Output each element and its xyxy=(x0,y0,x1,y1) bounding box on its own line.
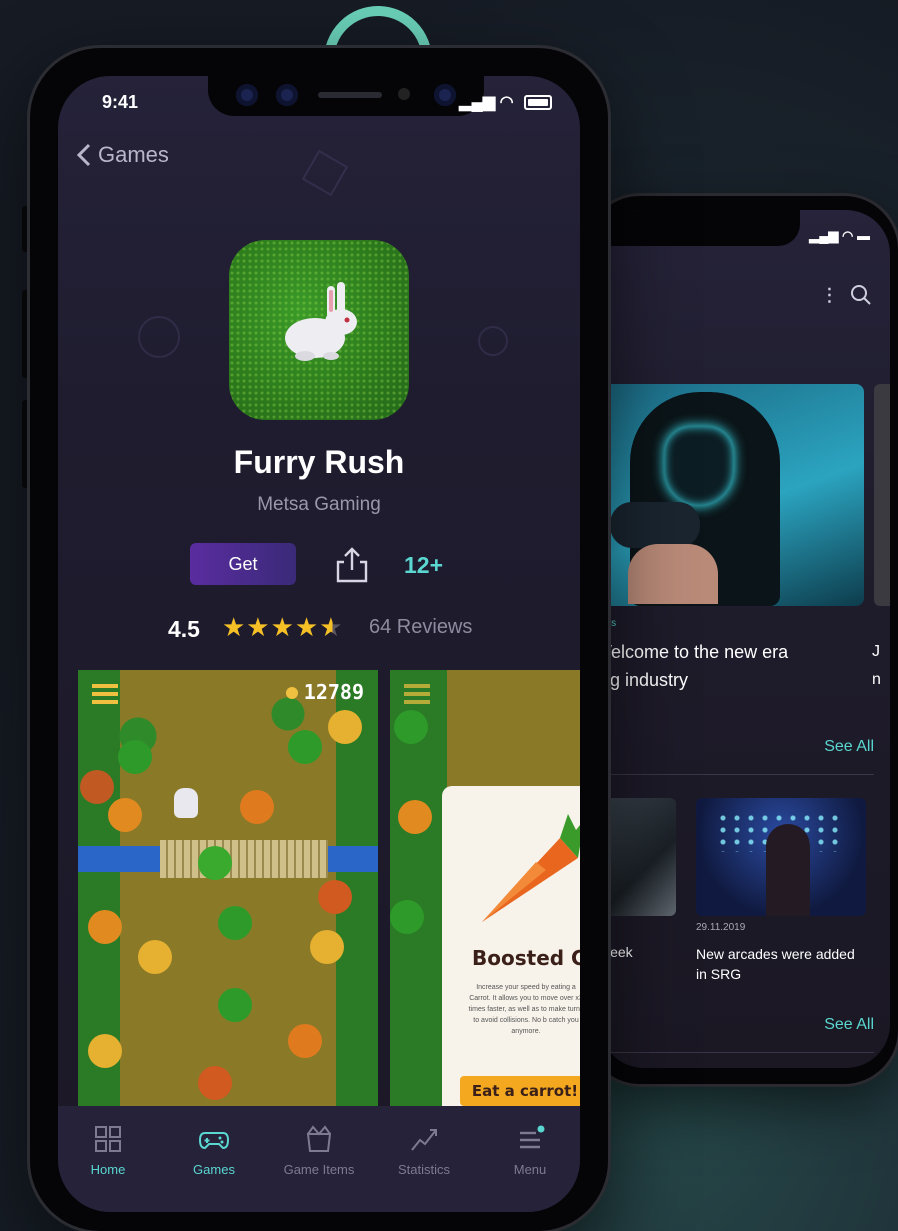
chevron-left-icon xyxy=(76,143,91,167)
decor-circle xyxy=(138,316,180,358)
status-icons: ▂▄▆ ◠ xyxy=(459,92,552,112)
get-button[interactable]: Get xyxy=(190,543,296,585)
divider xyxy=(600,1052,874,1053)
eat-carrot-button[interactable]: Eat a carrot! xyxy=(460,1076,580,1106)
see-all-link[interactable]: See All xyxy=(824,738,874,756)
reviews-count[interactable]: 64 Reviews xyxy=(369,616,472,639)
tab-games[interactable]: Games xyxy=(164,1124,264,1177)
gamepad-icon xyxy=(199,1132,229,1150)
featured-article-image[interactable] xyxy=(600,384,864,606)
box-icon xyxy=(306,1125,332,1152)
grid-icon xyxy=(95,1126,121,1152)
notch xyxy=(600,210,800,246)
see-all-link[interactable]: See All xyxy=(824,1016,874,1034)
status-time: 9:41 xyxy=(102,92,139,112)
star-rating: ★★★★★ xyxy=(222,612,344,643)
developer-name[interactable]: Metsa Gaming xyxy=(58,494,580,516)
article-title[interactable]: New arcades were added in SRG xyxy=(696,944,856,984)
search-icon[interactable] xyxy=(850,284,872,312)
wifi-icon: ◠ xyxy=(499,94,514,111)
game-screenshot[interactable]: Boosted Carro Increase your speed by eat… xyxy=(390,670,580,1110)
tab-bar: Home Games Game Items Statistics Menu xyxy=(58,1106,580,1212)
back-button[interactable]: Games xyxy=(76,142,169,168)
popup-title: Boosted Carro xyxy=(472,946,580,970)
battery-icon xyxy=(524,95,552,111)
menu-icon xyxy=(520,1125,545,1149)
coin-icon xyxy=(285,687,298,699)
signal-icon: ▂▄▆ xyxy=(459,94,496,111)
back-phone: ▂▄▆ ◠ ▬ ⫶ nes Velcome to the new era ng … xyxy=(586,196,898,1084)
star-icon: ★★★★ xyxy=(222,612,320,642)
decor-square xyxy=(301,149,349,197)
tab-home[interactable]: Home xyxy=(58,1124,158,1177)
app-title: Furry Rush xyxy=(233,444,405,480)
hamburger-icon xyxy=(92,684,118,704)
toolbar: ⫶ xyxy=(826,284,872,312)
powerup-popup: Boosted Carro Increase your speed by eat… xyxy=(442,786,580,1110)
rating-value: 4.5 xyxy=(168,616,200,642)
front-phone: 9:41 ▂▄▆ ◠ Games Furry Rush Metsa Gaming xyxy=(30,48,608,1231)
chart-icon xyxy=(411,1129,437,1151)
peek-headline: J n xyxy=(872,643,881,688)
back-phone-screen: ▂▄▆ ◠ ▬ ⫶ nes Velcome to the new era ng … xyxy=(600,210,890,1068)
decor-circle xyxy=(478,326,508,356)
status-icons: ▂▄▆ ◠ ▬ xyxy=(809,228,870,243)
article-thumbnail[interactable] xyxy=(696,798,866,916)
half-star-icon: ★ xyxy=(319,612,344,642)
bunny-icon xyxy=(285,282,357,361)
article-date: 29.11.2019 xyxy=(696,922,746,933)
app-icon xyxy=(229,240,409,420)
filter-icon[interactable]: ⫶ xyxy=(826,284,832,312)
tab-game-items[interactable]: Game Items xyxy=(269,1124,369,1177)
notch xyxy=(208,76,484,116)
share-icon[interactable] xyxy=(334,546,370,584)
featured-headline[interactable]: Velcome to the new era ng industry xyxy=(600,638,810,694)
hamburger-icon xyxy=(404,684,430,704)
age-rating: 12+ xyxy=(404,552,444,578)
divider xyxy=(600,774,874,775)
phone-screen: 9:41 ▂▄▆ ◠ Games Furry Rush Metsa Gaming xyxy=(58,76,580,1212)
tab-menu[interactable]: Menu xyxy=(480,1124,580,1177)
popup-description: Increase your speed by eating a Carrot. … xyxy=(468,984,580,1035)
tab-statistics[interactable]: Statistics xyxy=(374,1124,474,1177)
game-screenshot[interactable]: 12789 xyxy=(78,670,378,1110)
next-article-peek[interactable] xyxy=(874,384,890,606)
coin-counter: 12789 xyxy=(285,680,364,704)
back-label: Games xyxy=(98,142,169,167)
carrot-icon xyxy=(482,814,580,922)
article-thumbnail[interactable] xyxy=(600,798,676,916)
